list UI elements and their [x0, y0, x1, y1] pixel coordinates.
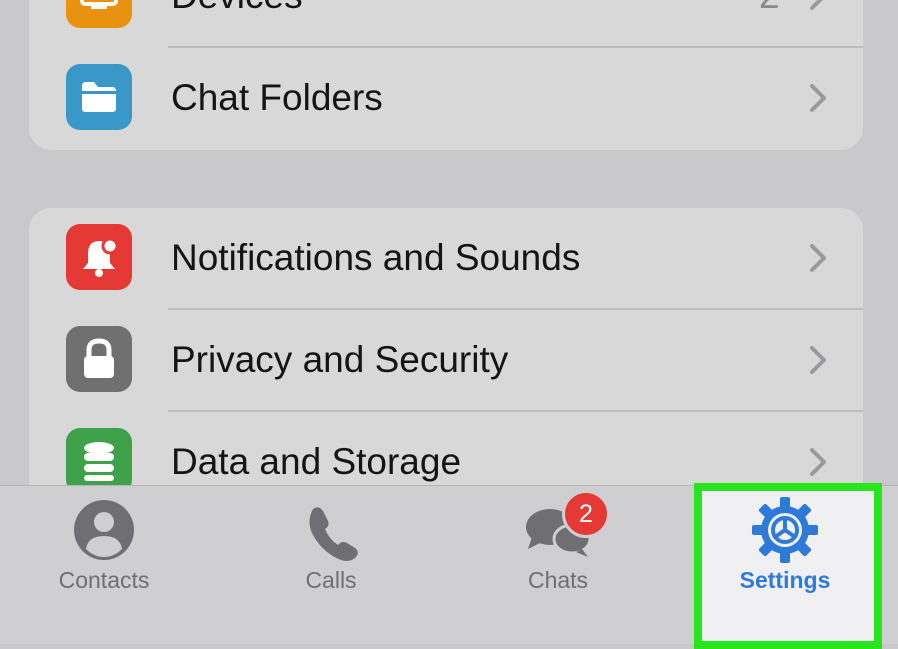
row-label: Chat Folders: [171, 77, 383, 118]
unread-badge: 2: [562, 490, 610, 538]
bell-icon: [66, 224, 132, 290]
phone-icon: [309, 507, 358, 561]
chevron-right-icon: [810, 0, 823, 10]
settings-group-devices: Devices 2 Chat Folders: [29, 0, 863, 150]
chevron-right-icon: [810, 84, 826, 112]
lock-icon: [66, 326, 132, 392]
row-label: Notifications and Sounds: [171, 237, 581, 278]
devices-count: 2: [759, 0, 780, 18]
chevron-right-icon: [810, 448, 826, 476]
tab-calls[interactable]: Calls: [219, 485, 443, 643]
person-icon: [74, 500, 134, 560]
chevron-right-icon: [810, 346, 826, 374]
settings-row-devices[interactable]: Devices 2: [29, 0, 863, 48]
tab-settings[interactable]: Settings: [673, 485, 897, 643]
devices-icon: [66, 0, 132, 28]
tab-chats[interactable]: Chats: [446, 485, 670, 643]
tab-label: Calls: [305, 567, 357, 593]
folder-icon: [66, 64, 132, 130]
settings-group-preferences: Notifications and Sounds Privacy and Sec…: [29, 208, 863, 508]
row-label: Data and Storage: [171, 441, 462, 482]
row-label: Devices: [171, 0, 303, 18]
settings-row-chat-folders[interactable]: Chat Folders: [29, 48, 863, 150]
tab-label: Contacts: [58, 567, 150, 593]
settings-row-notifications[interactable]: Notifications and Sounds: [29, 208, 863, 310]
tab-label: Chats: [527, 567, 589, 593]
tab-contacts[interactable]: Contacts: [0, 485, 216, 643]
settings-row-privacy[interactable]: Privacy and Security: [29, 310, 863, 412]
row-label: Privacy and Security: [171, 339, 509, 380]
tab-label: Settings: [739, 567, 831, 593]
gear-icon: [752, 497, 818, 563]
chevron-right-icon: [810, 244, 826, 272]
